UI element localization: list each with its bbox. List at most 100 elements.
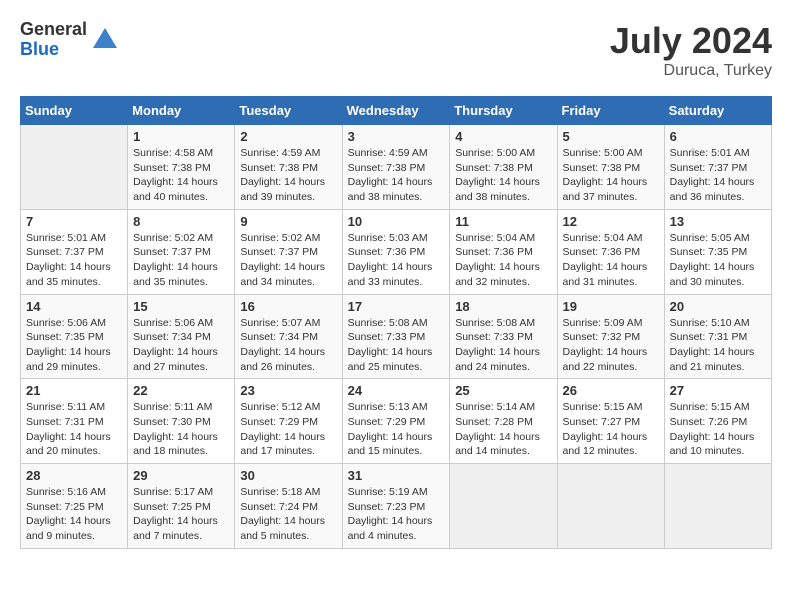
calendar-day-18: 18 Sunrise: 5:08 AMSunset: 7:33 PMDayligh… [450,294,557,379]
weekday-header-saturday: Saturday [664,97,771,125]
day-number: 18 [455,299,551,314]
day-number: 6 [670,129,766,144]
day-info: Sunrise: 5:07 AMSunset: 7:34 PMDaylight:… [240,316,336,375]
day-number: 21 [26,383,122,398]
day-info: Sunrise: 5:02 AMSunset: 7:37 PMDaylight:… [240,231,336,290]
day-number: 3 [348,129,445,144]
weekday-header-friday: Friday [557,97,664,125]
day-info: Sunrise: 5:00 AMSunset: 7:38 PMDaylight:… [563,146,659,205]
calendar-week-row: 7 Sunrise: 5:01 AMSunset: 7:37 PMDaylight… [21,209,772,294]
day-number: 1 [133,129,229,144]
logo-icon [91,26,119,54]
calendar-week-row: 14Sunrise: 5:06 AMSunset: 7:35 PMDayligh… [21,294,772,379]
day-info: Sunrise: 5:02 AMSunset: 7:37 PMDaylight:… [133,231,229,290]
location: Duruca, Turkey [610,62,772,80]
weekday-header-thursday: Thursday [450,97,557,125]
day-number: 16 [240,299,336,314]
day-number: 7 [26,214,122,229]
day-number: 23 [240,383,336,398]
weekday-header-wednesday: Wednesday [342,97,450,125]
calendar-day-2: 2Sunrise: 4:59 AMSunset: 7:38 PMDaylight… [235,125,342,210]
empty-day [450,464,557,549]
day-info: Sunrise: 4:58 AMSunset: 7:38 PMDaylight:… [133,146,229,205]
day-number: 15 [133,299,229,314]
day-number: 28 [26,468,122,483]
logo: General Blue [20,20,119,60]
day-number: 8 [133,214,229,229]
day-number: 20 [670,299,766,314]
calendar-day-13: 13Sunrise: 5:05 AMSunset: 7:35 PMDayligh… [664,209,771,294]
calendar-week-row: 28 Sunrise: 5:16 AMSunset: 7:25 PMDayligh… [21,464,772,549]
day-info: Sunrise: 5:04 AMSunset: 7:36 PMDaylight:… [563,231,659,290]
day-info: Sunrise: 5:04 AMSunset: 7:36 PMDaylight:… [455,231,551,290]
logo-blue-text: Blue [20,40,87,60]
day-number: 4 [455,129,551,144]
calendar-day-14: 14Sunrise: 5:06 AMSunset: 7:35 PMDayligh… [21,294,128,379]
day-info: Sunrise: 5:10 AMSunset: 7:31 PMDaylight:… [670,316,766,375]
day-number: 14 [26,299,122,314]
day-number: 9 [240,214,336,229]
day-number: 5 [563,129,659,144]
day-info: Sunrise: 5:12 AMSunset: 7:29 PMDaylight:… [240,400,336,459]
title-block: July 2024 Duruca, Turkey [610,20,772,80]
calendar-day-15: 15 Sunrise: 5:06 AMSunset: 7:34 PMDayligh… [128,294,235,379]
calendar-day-22: 22 Sunrise: 5:11 AMSunset: 7:30 PMDayligh… [128,379,235,464]
empty-day [664,464,771,549]
day-info: Sunrise: 5:01 AMSunset: 7:37 PMDaylight:… [670,146,766,205]
day-info: Sunrise: 5:03 AMSunset: 7:36 PMDaylight:… [348,231,445,290]
calendar-day-3: 3 Sunrise: 4:59 AMSunset: 7:38 PMDaylight… [342,125,450,210]
day-info: Sunrise: 5:06 AMSunset: 7:34 PMDaylight:… [133,316,229,375]
calendar-day-30: 30Sunrise: 5:18 AMSunset: 7:24 PMDayligh… [235,464,342,549]
day-number: 11 [455,214,551,229]
day-number: 2 [240,129,336,144]
day-number: 10 [348,214,445,229]
page-header: General Blue July 2024 Duruca, Turkey [20,20,772,80]
day-info: Sunrise: 5:08 AMSunset: 7:33 PMDaylight:… [348,316,445,375]
day-number: 22 [133,383,229,398]
day-info: Sunrise: 5:15 AMSunset: 7:26 PMDaylight:… [670,400,766,459]
calendar-day-8: 8 Sunrise: 5:02 AMSunset: 7:37 PMDaylight… [128,209,235,294]
calendar-day-28: 28 Sunrise: 5:16 AMSunset: 7:25 PMDayligh… [21,464,128,549]
calendar-day-17: 17 Sunrise: 5:08 AMSunset: 7:33 PMDayligh… [342,294,450,379]
calendar-week-row: 1 Sunrise: 4:58 AMSunset: 7:38 PMDaylight… [21,125,772,210]
calendar-day-24: 24Sunrise: 5:13 AMSunset: 7:29 PMDayligh… [342,379,450,464]
calendar-day-23: 23 Sunrise: 5:12 AMSunset: 7:29 PMDayligh… [235,379,342,464]
month-title: July 2024 [610,20,772,62]
day-info: Sunrise: 5:16 AMSunset: 7:25 PMDaylight:… [26,485,122,544]
day-number: 31 [348,468,445,483]
day-info: Sunrise: 5:05 AMSunset: 7:35 PMDaylight:… [670,231,766,290]
day-info: Sunrise: 5:11 AMSunset: 7:30 PMDaylight:… [133,400,229,459]
calendar-week-row: 21 Sunrise: 5:11 AMSunset: 7:31 PMDayligh… [21,379,772,464]
calendar-day-21: 21 Sunrise: 5:11 AMSunset: 7:31 PMDayligh… [21,379,128,464]
empty-day [557,464,664,549]
day-info: Sunrise: 5:18 AMSunset: 7:24 PMDaylight:… [240,485,336,544]
calendar-day-7: 7 Sunrise: 5:01 AMSunset: 7:37 PMDaylight… [21,209,128,294]
day-info: Sunrise: 4:59 AMSunset: 7:38 PMDaylight:… [348,146,445,205]
day-number: 27 [670,383,766,398]
day-info: Sunrise: 5:08 AMSunset: 7:33 PMDaylight:… [455,316,551,375]
calendar-day-6: 6 Sunrise: 5:01 AMSunset: 7:37 PMDaylight… [664,125,771,210]
calendar-day-27: 27 Sunrise: 5:15 AMSunset: 7:26 PMDayligh… [664,379,771,464]
day-number: 17 [348,299,445,314]
weekday-header-tuesday: Tuesday [235,97,342,125]
day-info: Sunrise: 5:17 AMSunset: 7:25 PMDaylight:… [133,485,229,544]
calendar-day-26: 26Sunrise: 5:15 AMSunset: 7:27 PMDayligh… [557,379,664,464]
calendar-day-31: 31Sunrise: 5:19 AMSunset: 7:23 PMDayligh… [342,464,450,549]
day-number: 24 [348,383,445,398]
calendar-day-12: 12 Sunrise: 5:04 AMSunset: 7:36 PMDayligh… [557,209,664,294]
day-info: Sunrise: 5:09 AMSunset: 7:32 PMDaylight:… [563,316,659,375]
day-info: Sunrise: 5:15 AMSunset: 7:27 PMDaylight:… [563,400,659,459]
calendar-table: SundayMondayTuesdayWednesdayThursdayFrid… [20,96,772,549]
calendar-day-11: 11 Sunrise: 5:04 AMSunset: 7:36 PMDayligh… [450,209,557,294]
day-number: 12 [563,214,659,229]
calendar-day-29: 29Sunrise: 5:17 AMSunset: 7:25 PMDayligh… [128,464,235,549]
day-info: Sunrise: 5:01 AMSunset: 7:37 PMDaylight:… [26,231,122,290]
calendar-day-16: 16 Sunrise: 5:07 AMSunset: 7:34 PMDayligh… [235,294,342,379]
day-number: 19 [563,299,659,314]
calendar-day-25: 25Sunrise: 5:14 AMSunset: 7:28 PMDayligh… [450,379,557,464]
logo-general-text: General [20,20,87,40]
day-info: Sunrise: 5:00 AMSunset: 7:38 PMDaylight:… [455,146,551,205]
calendar-day-1: 1 Sunrise: 4:58 AMSunset: 7:38 PMDaylight… [128,125,235,210]
weekday-header-sunday: Sunday [21,97,128,125]
day-info: Sunrise: 5:11 AMSunset: 7:31 PMDaylight:… [26,400,122,459]
